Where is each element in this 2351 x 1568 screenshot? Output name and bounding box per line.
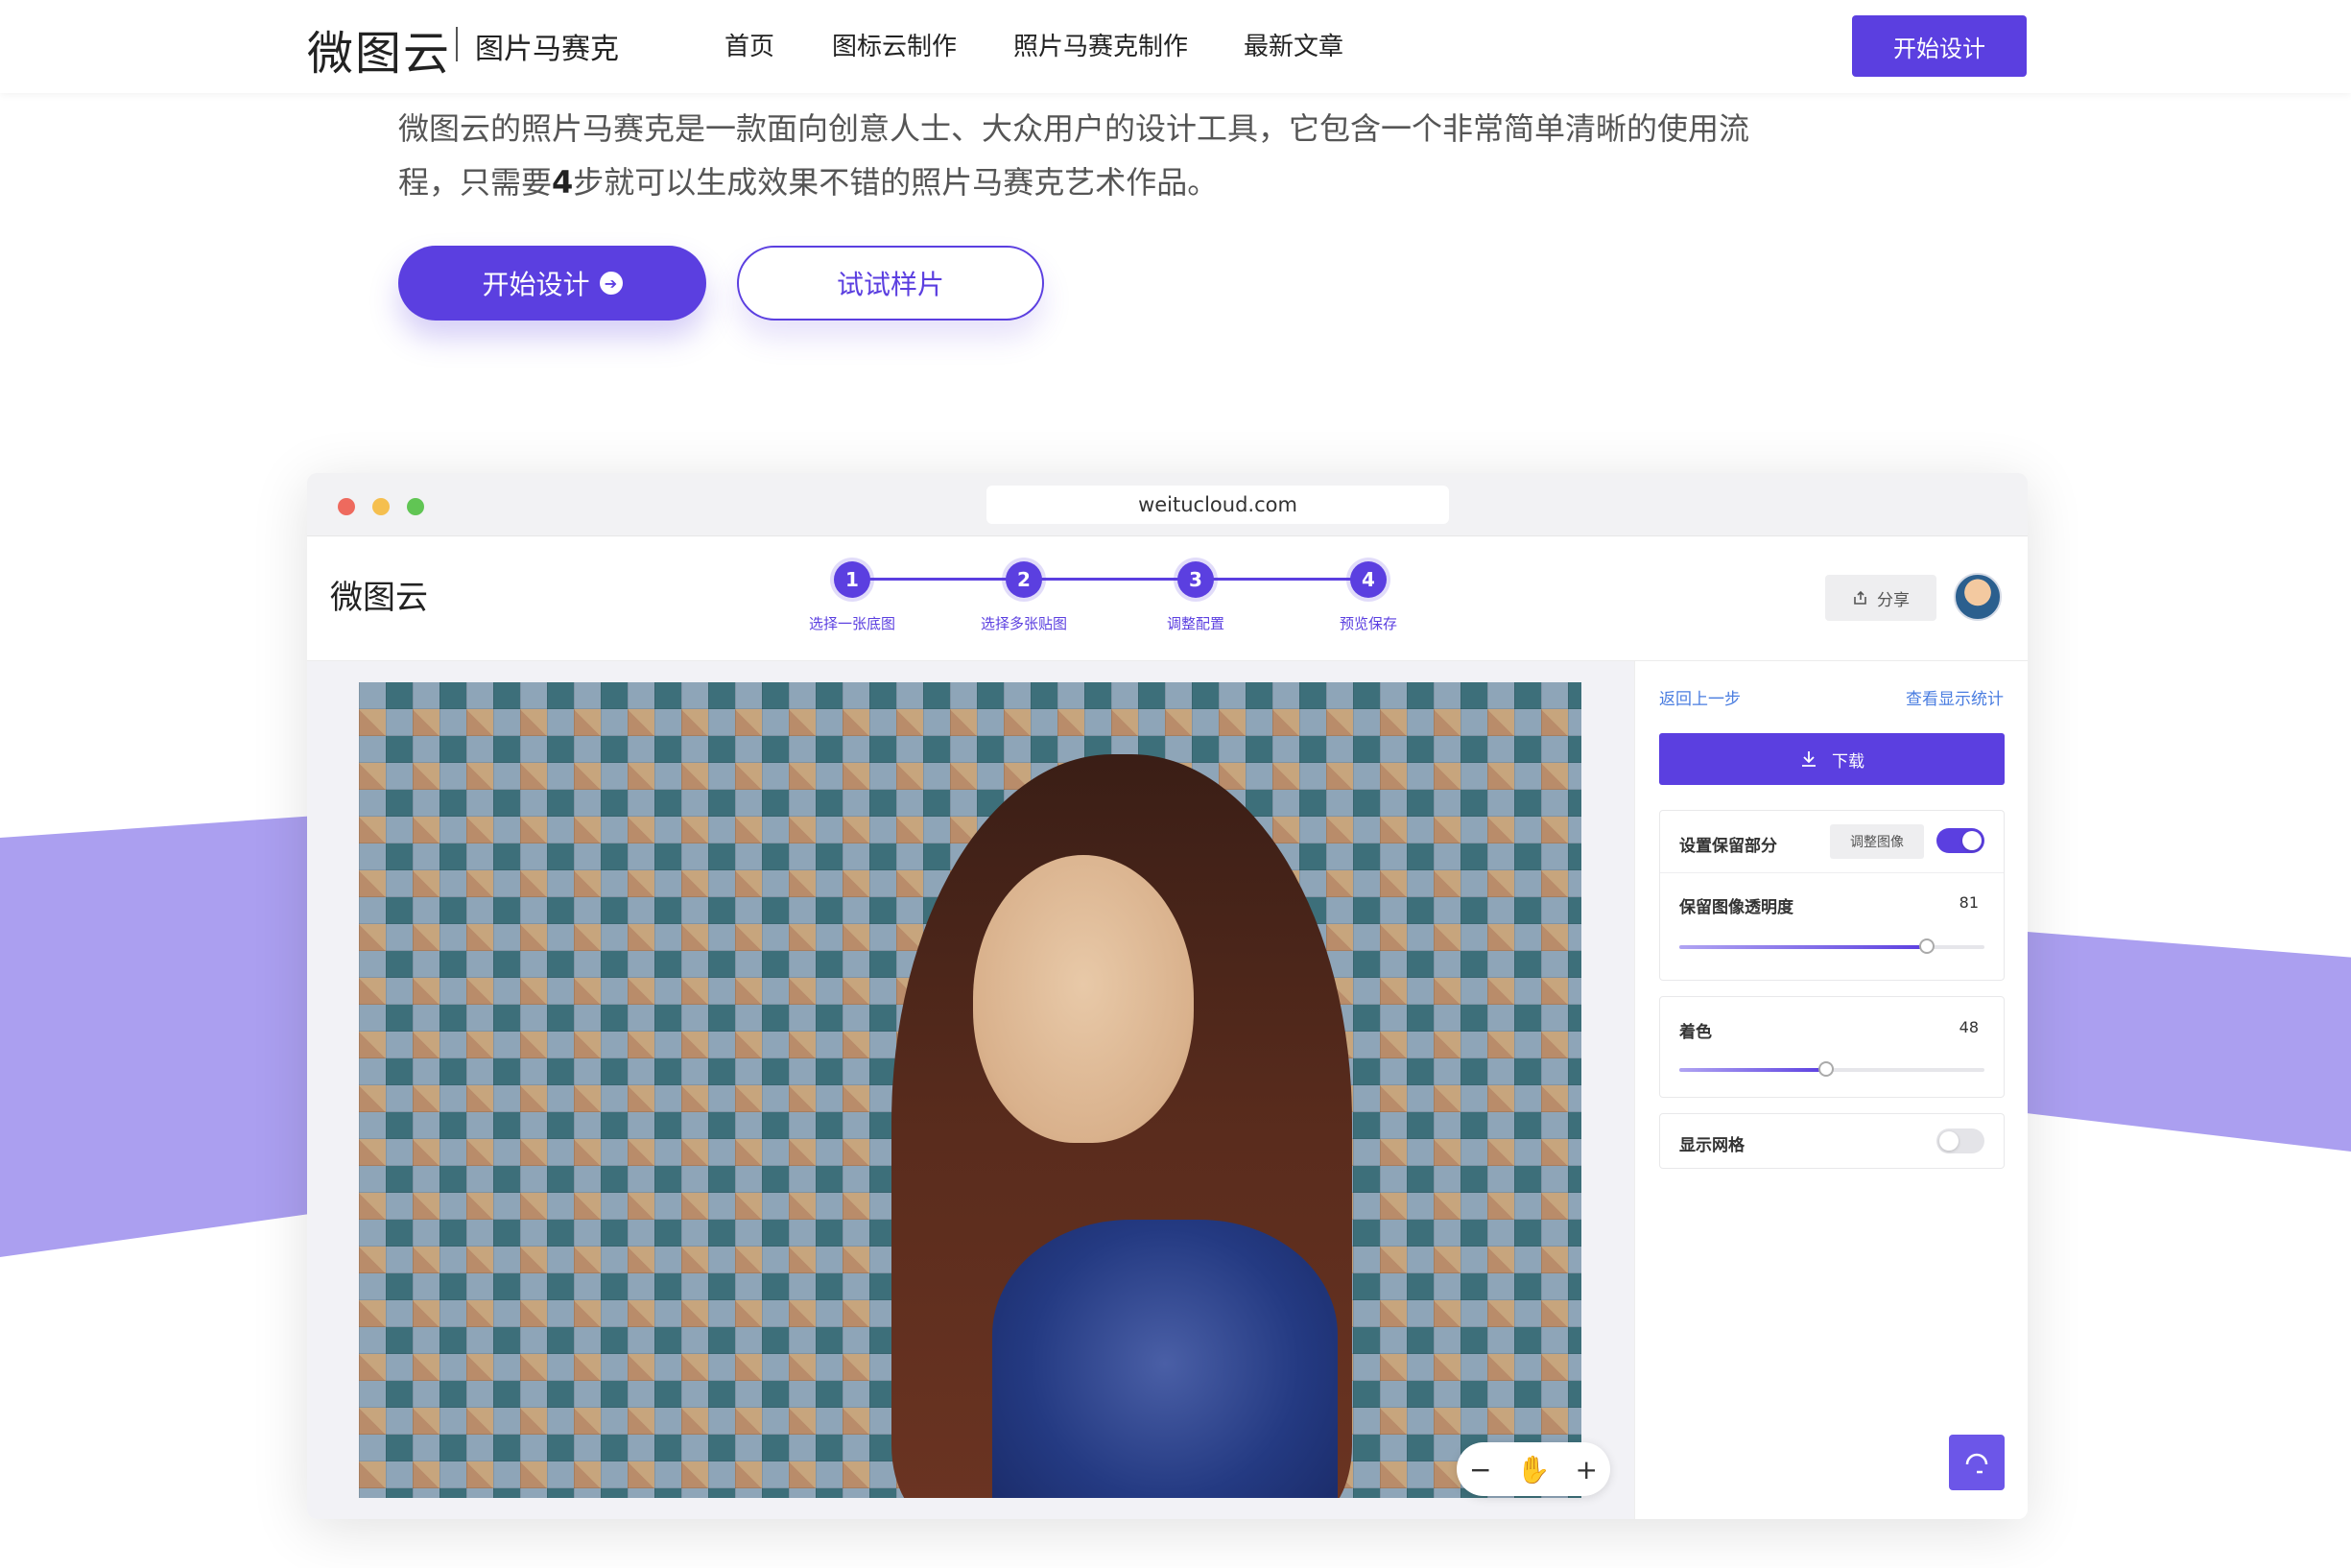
top-nav: 微图云 图片马赛克 首页 图标云制作 照片马赛克制作 最新文章 开始设计 — [0, 0, 2351, 93]
steps-progress-line — [852, 578, 1375, 581]
decor-shape-left — [0, 816, 317, 1257]
step-2-circle[interactable]: 2 — [1006, 561, 1042, 598]
brand-subtitle: 图片马赛克 — [475, 33, 619, 66]
hero-desc-steps-count: 4 — [552, 164, 574, 201]
share-button[interactable]: 分享 — [1825, 575, 1936, 621]
tint-label: 着色 — [1679, 1023, 1712, 1042]
hero-description: 微图云的照片马赛克是一款面向创意人士、大众用户的设计工具，它包含一个非常简单清晰… — [398, 102, 1780, 209]
show-grid-label: 显示网格 — [1679, 1136, 1745, 1155]
adjust-image-button[interactable]: 调整图像 — [1830, 824, 1924, 859]
keep-part-toggle-knob — [1962, 831, 1982, 850]
opacity-slider-fill — [1679, 945, 1927, 949]
opacity-slider-thumb[interactable] — [1919, 938, 1935, 954]
share-label: 分享 — [1877, 590, 1910, 610]
hero-start-design-button[interactable]: 开始设计 ➔ — [398, 246, 706, 321]
nav-link-photo-mosaic[interactable]: 照片马赛克制作 — [1013, 27, 1188, 62]
card-divider — [1660, 872, 2004, 873]
step-4-label: 预览保存 — [1339, 615, 1397, 632]
download-label: 下载 — [1832, 751, 1864, 772]
zoom-out-icon[interactable]: − — [1469, 1454, 1491, 1485]
step-4-circle[interactable]: 4 — [1350, 561, 1387, 598]
tint-slider-thumb[interactable] — [1818, 1061, 1834, 1077]
opacity-label: 保留图像透明度 — [1679, 898, 1793, 917]
window-minimize-dot — [372, 498, 390, 515]
show-grid-toggle-knob — [1939, 1131, 1959, 1151]
keep-part-card: 设置保留部分 调整图像 保留图像透明度 81 — [1659, 810, 2005, 981]
step-3-circle[interactable]: 3 — [1177, 561, 1214, 598]
portrait-face-shape — [973, 855, 1194, 1143]
mosaic-preview-image[interactable] — [359, 682, 1581, 1498]
nav-link-articles[interactable]: 最新文章 — [1244, 27, 1343, 62]
brand-divider — [456, 27, 458, 61]
download-button[interactable]: 下载 — [1659, 733, 2005, 785]
arrow-right-circle-icon: ➔ — [599, 272, 623, 295]
nav-link-home[interactable]: 首页 — [724, 27, 774, 62]
app-logo: 微图云 — [330, 579, 428, 617]
zoom-in-icon[interactable]: + — [1576, 1454, 1598, 1485]
app-header: 微图云 1 选择一张底图 2 选择多张贴图 3 调整配置 4 预览保存 分享 — [307, 536, 2028, 661]
window-maximize-dot — [407, 498, 424, 515]
opacity-slider[interactable] — [1679, 938, 1984, 954]
avatar[interactable] — [1954, 573, 2002, 621]
keep-part-label: 设置保留部分 — [1679, 837, 1777, 856]
step-1-label: 选择一张底图 — [808, 615, 895, 632]
zoom-controls: − ✋ + — [1457, 1442, 1610, 1496]
hero-try-sample-button[interactable]: 试试样片 — [737, 246, 1044, 321]
headset-icon — [1965, 1453, 1988, 1474]
settings-panel: 返回上一步 查看显示统计 下载 设置保留部分 调整图像 保留图像透明度 81 着… — [1634, 661, 2028, 1519]
tint-slider-fill — [1679, 1068, 1826, 1072]
show-grid-toggle[interactable] — [1936, 1128, 1984, 1153]
tint-value: 48 — [1959, 1018, 1979, 1036]
pan-hand-icon[interactable]: ✋ — [1517, 1454, 1551, 1485]
back-step-link[interactable]: 返回上一步 — [1659, 685, 1741, 709]
browser-mockup: weitucloud.com 微图云 1 选择一张底图 2 选择多张贴图 3 调… — [307, 473, 2028, 1519]
tint-card: 着色 48 — [1659, 996, 2005, 1098]
portrait-body-shape — [992, 1220, 1338, 1498]
canvas-area: − ✋ + — [307, 661, 1634, 1519]
share-icon — [1854, 590, 1866, 605]
address-bar[interactable]: weitucloud.com — [986, 486, 1449, 524]
download-icon — [1802, 751, 1816, 767]
hero-desc-part2: 步就可以生成效果不错的照片马赛克艺术作品。 — [573, 164, 1219, 201]
support-chat-button[interactable] — [1949, 1435, 2005, 1490]
step-2-label: 选择多张贴图 — [980, 615, 1067, 632]
decor-shape-right — [2015, 931, 2351, 1152]
view-stats-link[interactable]: 查看显示统计 — [1906, 685, 2004, 709]
step-3-label: 调整配置 — [1166, 615, 1224, 632]
hero-start-design-label: 开始设计 — [482, 269, 590, 300]
keep-part-toggle[interactable] — [1936, 828, 1984, 853]
grid-card: 显示网格 — [1659, 1113, 2005, 1169]
browser-toolbar: weitucloud.com — [307, 473, 2028, 536]
nav-start-design-button[interactable]: 开始设计 — [1852, 15, 2027, 77]
window-close-dot — [338, 498, 355, 515]
step-1-circle[interactable]: 1 — [834, 561, 870, 598]
nav-link-icon-cloud[interactable]: 图标云制作 — [832, 27, 957, 62]
tint-slider[interactable] — [1679, 1061, 1984, 1077]
opacity-value: 81 — [1959, 893, 1979, 912]
brand-logo[interactable]: 微图云 — [307, 15, 451, 83]
